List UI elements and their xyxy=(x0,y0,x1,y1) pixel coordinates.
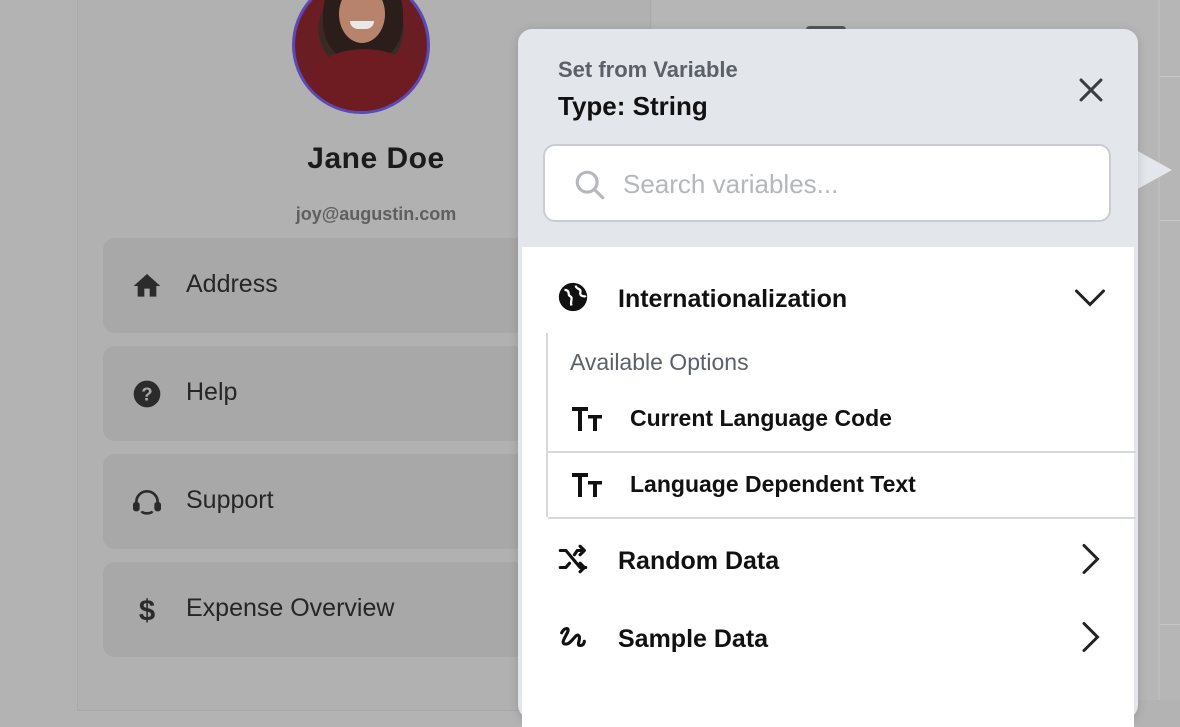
option-label: Language Dependent Text xyxy=(630,471,916,497)
svg-text:?: ? xyxy=(141,384,152,405)
group-sample-data[interactable]: Sample Data xyxy=(522,597,1134,673)
svg-text:$: $ xyxy=(139,595,155,627)
option-current-language-code[interactable]: Current Language Code xyxy=(548,385,1136,453)
text-type-icon xyxy=(572,407,602,431)
text-type-icon xyxy=(572,473,602,497)
divider xyxy=(1160,220,1180,221)
variable-picker-popup: Set from Variable Type: String Internati… xyxy=(518,29,1138,727)
popup-pointer xyxy=(1134,149,1172,191)
globe-icon xyxy=(558,282,588,312)
squiggle-icon xyxy=(560,626,586,648)
menu-item-label: Support xyxy=(186,486,274,514)
variable-list: Internationalization Available Options C… xyxy=(522,247,1136,727)
chevron-right-icon xyxy=(1082,622,1100,652)
search-icon xyxy=(575,170,605,200)
help-icon: ? xyxy=(131,378,163,410)
popup-subtitle: Set from Variable xyxy=(558,57,738,82)
divider xyxy=(1158,0,1160,700)
dollar-icon: $ xyxy=(131,594,163,627)
option-language-dependent-text[interactable]: Language Dependent Text xyxy=(548,451,1136,519)
group-label: Internationalization xyxy=(618,285,848,313)
group-label: Sample Data xyxy=(618,625,769,653)
options-heading: Available Options xyxy=(570,349,749,375)
close-icon xyxy=(1079,78,1103,102)
chevron-down-icon xyxy=(1075,289,1105,307)
search-box xyxy=(543,144,1111,222)
divider xyxy=(1160,76,1180,77)
close-button[interactable] xyxy=(1074,73,1108,107)
chevron-right-icon xyxy=(1082,544,1100,574)
menu-item-label: Address xyxy=(186,270,278,298)
group-internationalization[interactable]: Internationalization xyxy=(522,257,1134,333)
home-icon xyxy=(131,270,163,302)
menu-item-label: Expense Overview xyxy=(186,594,395,622)
option-label: Current Language Code xyxy=(630,405,892,431)
group-label: Random Data xyxy=(618,547,780,575)
group-random-data[interactable]: Random Data xyxy=(522,519,1134,595)
menu-item-label: Help xyxy=(186,378,238,406)
options-panel: Available Options Current Language Code … xyxy=(546,333,1136,519)
search-input[interactable] xyxy=(621,162,1095,206)
divider xyxy=(1160,624,1180,625)
support-agent-icon xyxy=(131,486,163,518)
shuffle-icon xyxy=(558,544,588,574)
avatar[interactable] xyxy=(292,0,430,114)
popup-title: Type: String xyxy=(558,91,708,121)
